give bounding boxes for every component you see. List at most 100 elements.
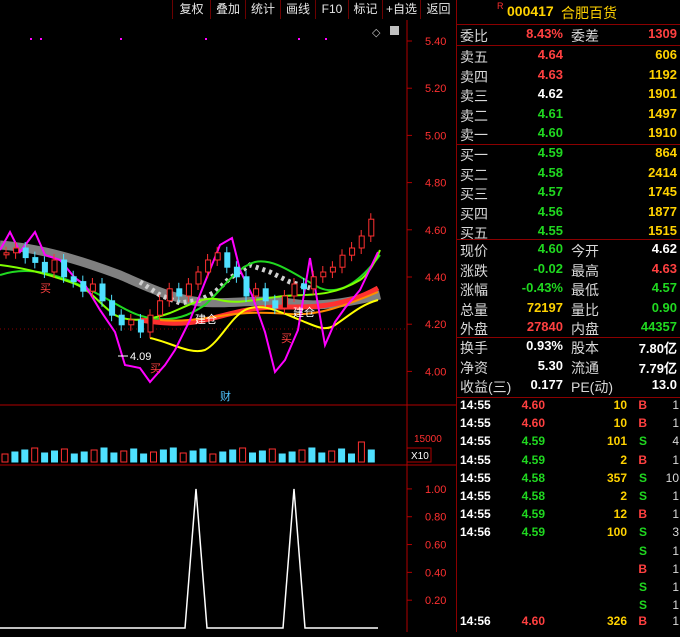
candle-body [41, 261, 48, 273]
stock-header: R 000417 合肥百货 [457, 0, 680, 24]
tick-row[interactable]: 14:55 4.59 2 B 1 [457, 453, 680, 471]
volume-bar [179, 452, 187, 463]
row-value: 1497 [648, 105, 677, 121]
row-label: 买四 [460, 205, 488, 222]
candle-body [205, 259, 212, 273]
candle-body [51, 259, 58, 273]
volume-bar [110, 452, 118, 463]
row-value: 1877 [648, 203, 677, 219]
row-label: 收益(三) [460, 379, 512, 396]
candle-body [137, 319, 144, 333]
tick-row[interactable]: B1 [457, 562, 680, 580]
candle-body [339, 254, 346, 268]
tick-row[interactable]: S1 [457, 544, 680, 562]
tick-time: 14:56 [460, 525, 491, 540]
indicator-axis: 1.00 0.80 0.60 0.40 0.20 [407, 484, 446, 607]
row-label: 卖五 [460, 49, 488, 65]
panel-toggle-icon[interactable] [390, 26, 399, 35]
tick-side: B [638, 561, 647, 576]
candle-body [80, 281, 87, 292]
tick-side: S [638, 470, 647, 485]
bid-row: 买四 4.56 1877 [457, 204, 680, 223]
tick-row[interactable]: 14:55 4.59 12 B 1 [457, 507, 680, 525]
overlay-button[interactable]: 叠加 [210, 0, 245, 19]
volume-bar [90, 449, 98, 463]
candle-body [157, 300, 164, 316]
volume-bar [140, 453, 148, 463]
fundamental-row: 净资 5.30 流通 7.79亿 [457, 358, 680, 377]
volume-bar [41, 452, 49, 463]
tick-side: S [638, 434, 647, 449]
price-tick-label: 4.20 [425, 319, 446, 331]
tick-row[interactable]: 14:55 4.60 10 B 1 [457, 398, 680, 416]
row-value: 0.93% [526, 338, 563, 353]
row-value: 13.0 [651, 377, 677, 393]
add-favorite-button[interactable]: +自选 [382, 0, 420, 19]
volume-bar [80, 451, 88, 463]
tick-price: 4.59 [521, 434, 545, 449]
candle-body [291, 283, 298, 297]
quote-panel: R 000417 合肥百货 委比 8.43% 委差 1309 卖五 4.64 606… [456, 0, 680, 632]
volume-bar [11, 451, 19, 463]
candle-body [358, 235, 365, 249]
row-label: 总量 [460, 301, 488, 318]
row-label: 净资 [460, 359, 488, 376]
statistics-button[interactable]: 统计 [245, 0, 280, 19]
tick-count: 1 [672, 598, 679, 613]
stat-row: 涨跌 -0.02 最高 4.63 [457, 261, 680, 280]
tick-row[interactable]: 14:55 4.60 10 B 1 [457, 416, 680, 434]
back-button[interactable]: 返回 [420, 0, 456, 19]
diamond-icon[interactable]: ◇ [372, 27, 381, 39]
mark-button[interactable]: 标记 [348, 0, 382, 19]
candle-body [109, 300, 116, 316]
tick-row[interactable]: 14:56 4.59 100 S 3 [457, 525, 680, 543]
row-value: 5.30 [537, 357, 563, 373]
row-value: 1192 [648, 66, 677, 82]
draw-line-button[interactable]: 画线 [280, 0, 315, 19]
row-value: 0.90 [651, 299, 677, 315]
candle-body [262, 288, 269, 302]
tick-price: 4.60 [521, 416, 545, 431]
row-label: 卖三 [460, 88, 488, 105]
tick-row[interactable]: 14:55 4.58 2 S 1 [457, 489, 680, 507]
volume-bar [268, 448, 276, 463]
tick-count: 10 [665, 470, 679, 485]
price-tick-label: 4.60 [425, 225, 446, 237]
finance-event-marker[interactable]: 财 [220, 389, 231, 403]
tick-time: 14:56 [460, 614, 491, 628]
volume-bar [357, 441, 365, 463]
tick-volume: 10 [613, 416, 627, 431]
build-position-label: 建仓 [293, 305, 315, 319]
volume-bar [21, 449, 29, 463]
tick-row[interactable]: 14:56 4.60 326 B 1 [457, 614, 680, 632]
row-value: 4.61 [537, 105, 563, 121]
row-value: 0.177 [530, 377, 563, 393]
row-label: 换手 [460, 340, 488, 356]
tick-side: B [638, 507, 647, 522]
volume-bar [60, 448, 68, 463]
tick-count: 1 [672, 614, 679, 628]
kline-chart[interactable]: 5.405.205.004.804.604.404.204.00 4.09 买 … [0, 20, 456, 632]
volume-axis-label: 15000 [414, 434, 442, 445]
tick-row[interactable]: 14:55 4.59 101 S 4 [457, 434, 680, 452]
row-value: 72197 [526, 299, 563, 315]
volume-bar [70, 453, 78, 463]
f10-button[interactable]: F10 [315, 0, 348, 19]
row-value: 4.55 [537, 223, 563, 239]
candle-body [329, 266, 336, 273]
volume-bar [229, 449, 237, 463]
bid-row: 买一 4.59 864 [457, 145, 680, 164]
volume-bar [249, 452, 256, 463]
fuquan-button[interactable]: 复权 [172, 0, 210, 19]
tick-side: B [638, 614, 647, 628]
volume-bar [367, 449, 375, 463]
row-label: PE(动) [571, 379, 613, 396]
kline-chart-area[interactable]: 5.40 5.20 5.00 4.80 4.60 4.40 4.20 4.00 4.09 买 … [0, 20, 456, 632]
tick-time: 14:55 [460, 507, 491, 522]
price-tick-label: 4.00 [425, 366, 446, 378]
tick-row[interactable]: 14:55 4.58 357 S 10 [457, 471, 680, 489]
candle-body [243, 276, 250, 297]
row-label: 最高 [571, 262, 599, 279]
row-label: 最低 [571, 282, 599, 299]
tick-row[interactable]: S1 [457, 580, 680, 598]
